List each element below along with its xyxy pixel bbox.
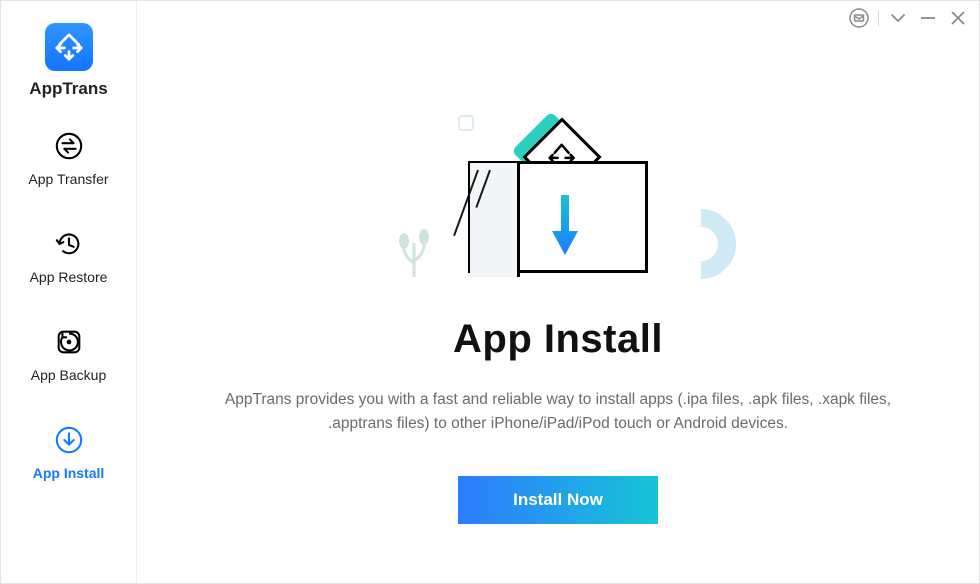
- main-content: App Install AppTrans provides you with a…: [137, 1, 979, 583]
- sidebar-item-restore[interactable]: App Restore: [1, 229, 136, 285]
- install-icon: [54, 425, 84, 455]
- sidebar-item-transfer[interactable]: App Transfer: [1, 131, 136, 187]
- install-now-button[interactable]: Install Now: [458, 476, 658, 524]
- restore-icon: [54, 229, 84, 259]
- sidebar-item-backup[interactable]: App Backup: [1, 327, 136, 383]
- sidebar-item-install[interactable]: App Install: [1, 425, 136, 481]
- sidebar-item-label: App Transfer: [28, 171, 108, 187]
- install-illustration: [428, 119, 688, 289]
- page-description: AppTrans provides you with a fast and re…: [208, 388, 908, 436]
- backup-icon: [54, 327, 84, 357]
- sidebar-item-label: App Restore: [30, 269, 108, 285]
- main-area: App Install AppTrans provides you with a…: [137, 1, 979, 583]
- page-title: App Install: [453, 317, 663, 362]
- down-arrow-icon: [550, 193, 580, 268]
- sidebar-item-label: App Backup: [31, 367, 107, 383]
- app-logo: [45, 23, 93, 71]
- sidebar-item-label: App Install: [33, 465, 105, 481]
- app-brand: AppTrans: [29, 79, 107, 99]
- sidebar: AppTrans App Transfer App Restore: [1, 1, 137, 583]
- transfer-icon: [54, 131, 84, 161]
